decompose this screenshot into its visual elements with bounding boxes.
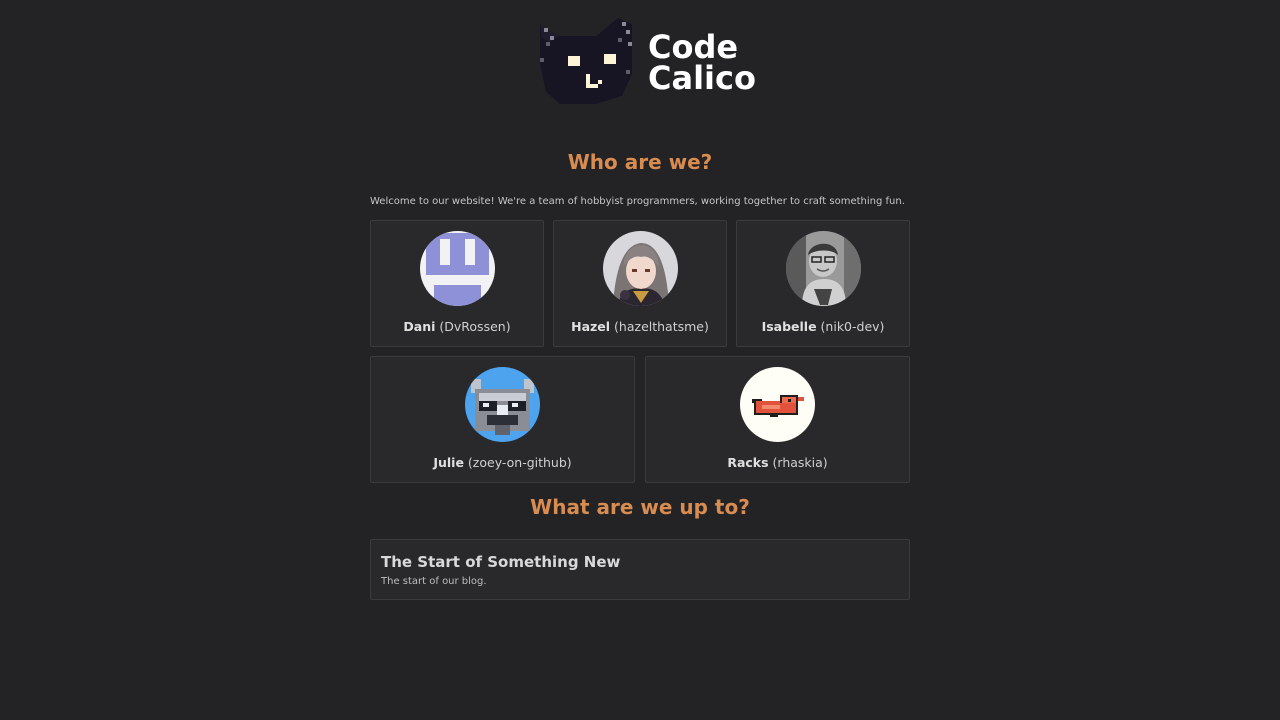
blog-post-description: The start of our blog. [381,576,487,587]
brand-name-line-2: Calico [648,59,756,97]
racks-pixel-bird-avatar-icon [740,367,815,442]
member-name: Hazel [571,319,611,334]
member-card-julie[interactable]: Julie (zoey-on-github) [370,356,635,483]
member-handle: (hazelthatsme) [614,319,709,334]
member-label: Isabelle (nik0-dev) [737,319,909,334]
member-name: Racks [727,455,769,470]
dani-avatar-icon [419,231,495,306]
member-name: Julie [433,455,464,470]
member-card-dani[interactable]: Dani (DvRossen) [370,220,544,347]
member-card-isabelle[interactable]: Isabelle (nik0-dev) [736,220,910,347]
member-handle: (zoey-on-github) [467,455,572,470]
hazel-anime-avatar-icon [602,231,678,306]
blog-post-title[interactable]: The Start of Something New [381,553,620,571]
isabelle-photo-avatar-icon [785,231,861,306]
julie-pixel-cat-avatar-icon [465,367,540,442]
blog-post-card[interactable]: The Start of Something New The start of … [370,539,910,600]
calico-cat-logo-icon [540,18,632,104]
avatar-dani [419,231,495,306]
site-logo[interactable]: Code Calico [536,14,756,104]
member-handle: (rhaskia) [772,455,828,470]
avatar-hazel [602,231,678,306]
blog-heading: What are we up to? [530,495,750,519]
member-label: Dani (DvRossen) [371,319,543,334]
about-intro: Welcome to our website! We're a team of … [370,196,905,207]
about-heading: Who are we? [567,150,713,174]
member-name: Dani [403,319,436,334]
member-label: Racks (rhaskia) [646,455,909,470]
member-card-hazel[interactable]: Hazel (hazelthatsme) [553,220,727,347]
avatar-julie [465,367,540,442]
member-handle: (nik0-dev) [820,319,885,334]
member-card-racks[interactable]: Racks (rhaskia) [645,356,910,483]
member-label: Hazel (hazelthatsme) [554,319,726,334]
avatar-isabelle [785,231,861,306]
member-handle: (DvRossen) [439,319,511,334]
brand-name: Code Calico [648,31,756,97]
member-name: Isabelle [761,319,817,334]
member-label: Julie (zoey-on-github) [371,455,634,470]
avatar-racks [740,367,815,442]
